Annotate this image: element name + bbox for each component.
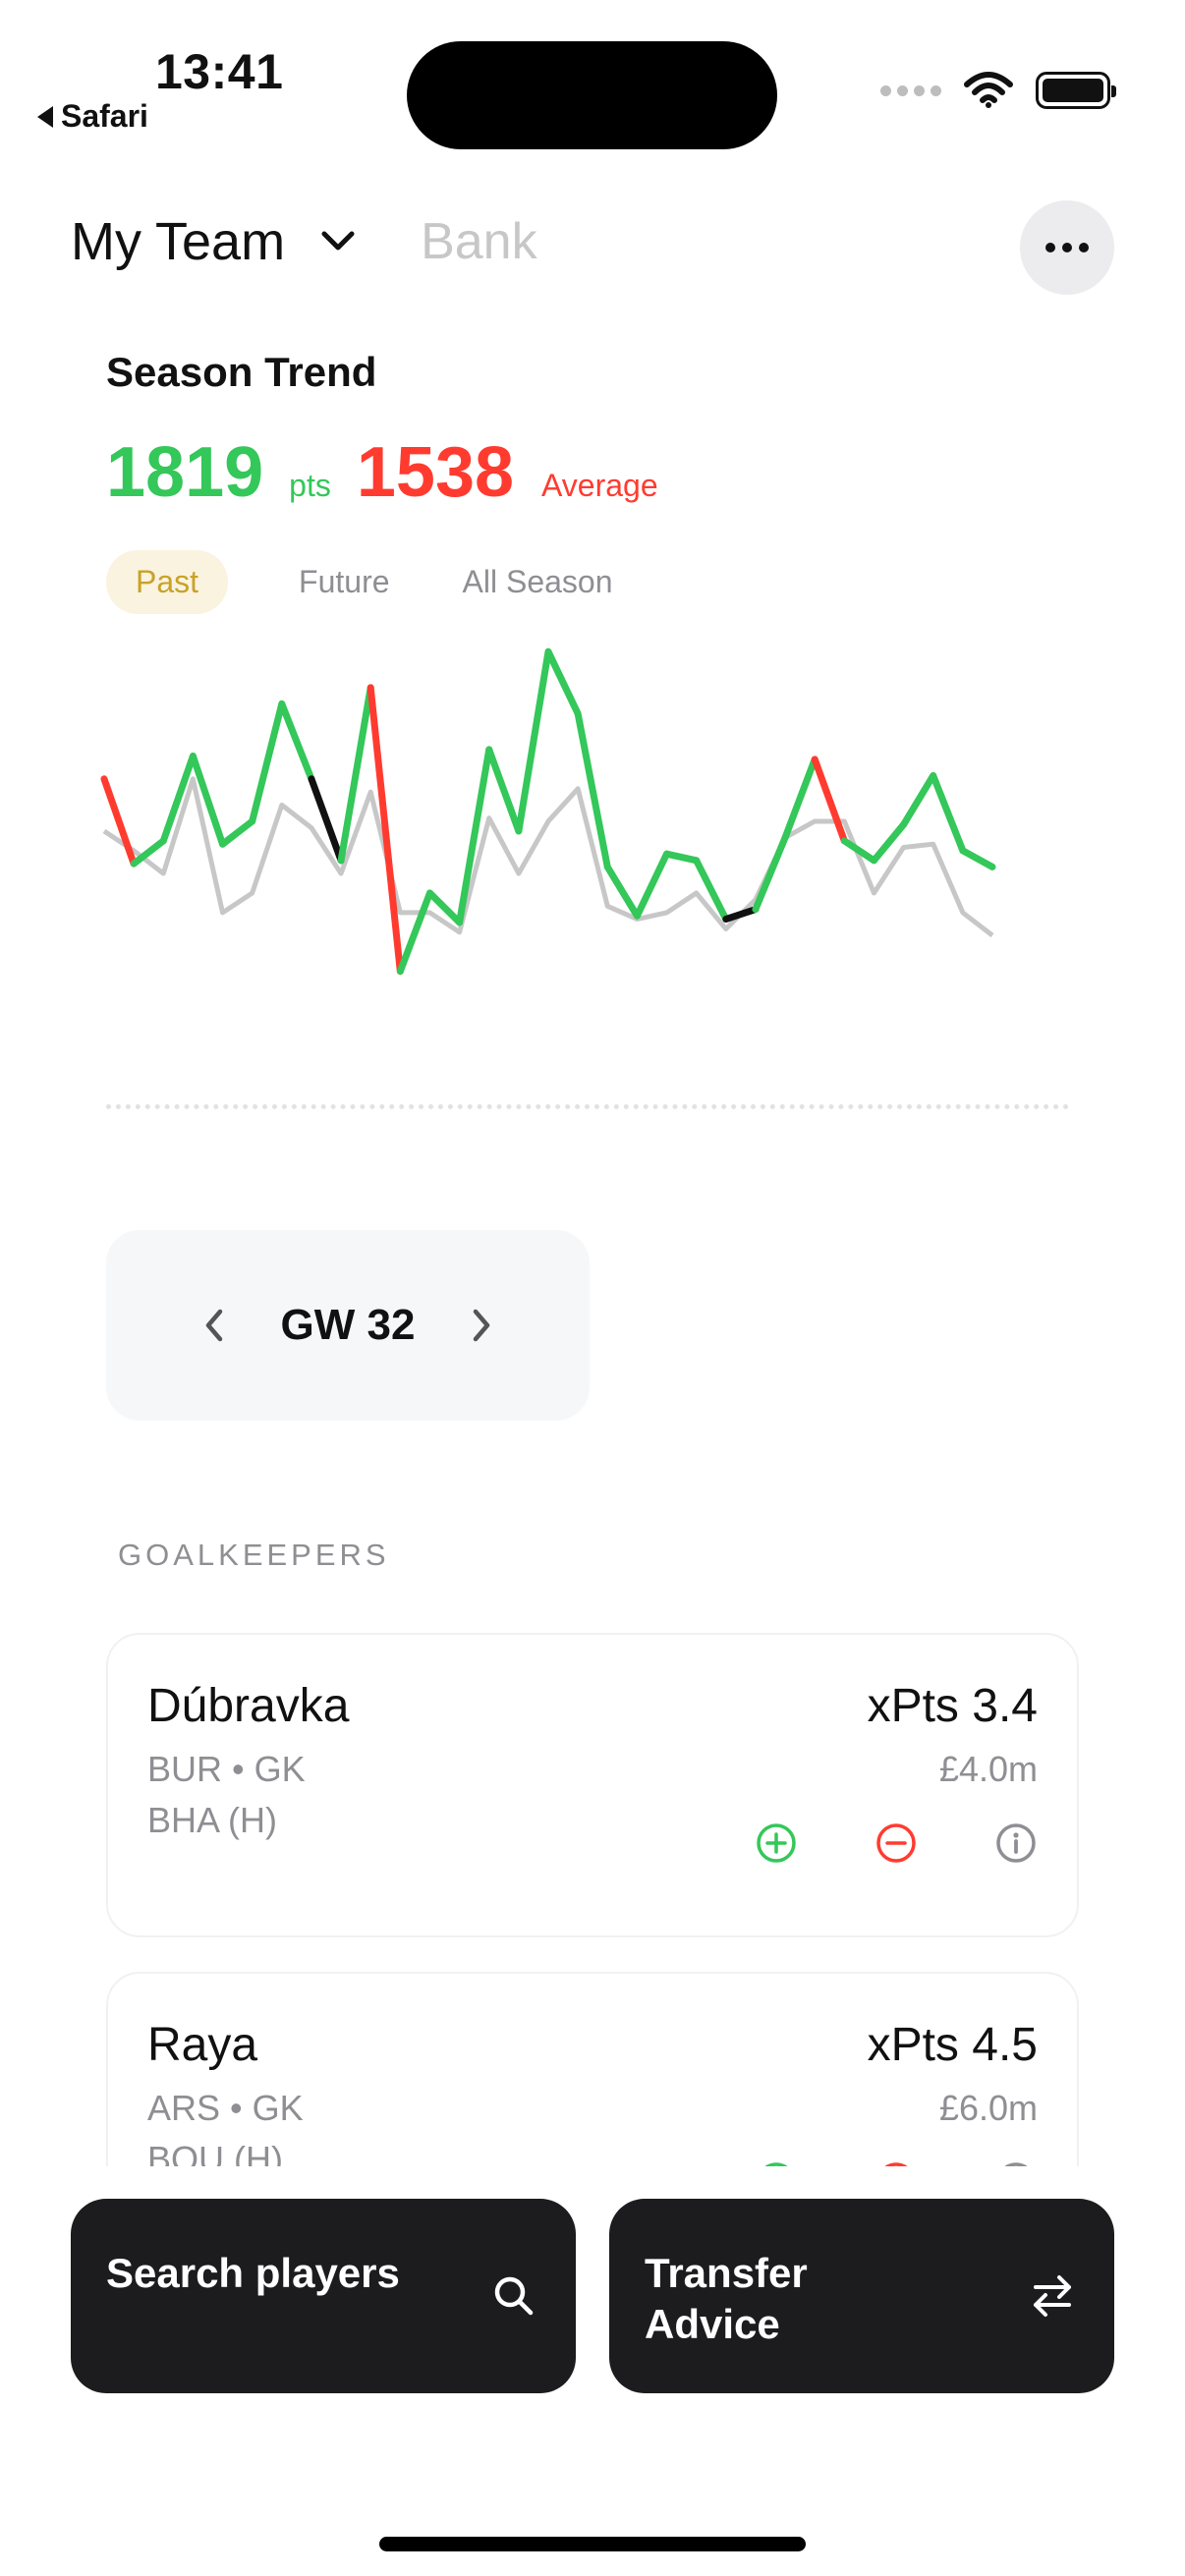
points-label: pts [289,468,331,503]
team-points-segment [633,850,671,920]
chart-divider [106,1104,1069,1109]
dynamic-island [407,41,777,149]
player-fixture: BHA (H) [147,1800,278,1840]
prev-gameweek-button[interactable] [195,1306,234,1345]
player-team-position: BUR • GK [147,1749,306,1789]
info-icon[interactable] [994,1821,1038,1865]
player-name: Raya [147,2019,258,2071]
player-list: Dúbravka BUR • GK BHA (H) xPts 3.4 £4.0m… [0,1621,1185,2166]
team-points-segment [959,847,996,870]
team-points-segment [900,771,937,828]
chevron-down-icon[interactable] [318,222,358,261]
trend-filters: Past Future All Season [106,550,613,614]
season-trend-chart [100,647,996,976]
cellular-signal-icon [880,84,941,96]
season-stats: 1819 pts 1538 Average [106,432,658,513]
filter-future[interactable]: Future [299,564,389,600]
player-xpts: xPts 3.4 [867,1680,1038,1732]
back-arrow-icon [37,105,53,128]
search-players-button[interactable]: Search players [71,2199,576,2393]
team-points-segment [515,647,552,835]
player-actions [755,2160,1038,2166]
status-time: 13:41 [155,44,284,99]
player-xpts: xPts 4.5 [867,2019,1038,2071]
filter-past[interactable]: Past [106,550,229,614]
player-card[interactable]: Dúbravka BUR • GK BHA (H) xPts 3.4 £4.0m [106,1633,1079,1937]
search-players-label: Search players [106,2250,400,2296]
team-points-segment [367,684,404,976]
wifi-icon [964,72,1013,108]
back-to-safari[interactable]: Safari [37,98,148,135]
remove-player-icon[interactable] [875,1821,918,1865]
home-indicator [379,2537,806,2551]
section-goalkeepers: GOALKEEPERS [118,1538,390,1572]
more-icon [1045,243,1055,252]
player-actions [755,1821,1038,1865]
status-icons [880,71,1116,110]
team-points-segment [100,775,138,868]
swap-arrows-icon [1034,2275,1071,2317]
battery-icon [1036,72,1116,109]
team-selector[interactable]: My Team [71,211,285,272]
transfer-advice-label: Transfer Advice [645,2250,808,2347]
average-label: Average [541,468,658,503]
team-points-segment [722,906,760,924]
team-points-segment [219,817,256,848]
add-player-icon[interactable] [755,1821,798,1865]
filter-all-season[interactable]: All Season [463,564,613,600]
season-trend-title: Season Trend [106,349,377,395]
team-points-segment [278,700,315,783]
team-points-segment [930,771,967,855]
team-header: My Team Bank [71,211,537,272]
player-fixture: BOU (H) [147,2139,283,2166]
info-icon[interactable] [994,2160,1038,2166]
team-points-segment [485,746,523,835]
transfer-advice-button[interactable]: Transfer Advice [609,2199,1114,2393]
more-options-button[interactable] [1020,200,1114,295]
player-price: £6.0m [938,2088,1038,2128]
team-points-segment [663,850,701,865]
gameweek-selector: GW 32 [106,1230,590,1421]
player-price: £4.0m [938,1749,1038,1789]
player-team-position: ARS • GK [147,2088,304,2128]
add-player-icon[interactable] [755,2160,798,2166]
back-app-label: Safari [61,98,148,134]
team-points-segment [396,889,433,976]
average-line [102,776,994,938]
remove-player-icon[interactable] [875,2160,918,2166]
player-name: Dúbravka [147,1680,350,1732]
player-card[interactable]: Raya ARS • GK BOU (H) xPts 4.5 £6.0m [106,1972,1079,2166]
bank-tab[interactable]: Bank [421,212,537,271]
team-points-segment [249,700,286,825]
total-points: 1819 [106,433,264,512]
search-icon [494,2276,534,2316]
team-points-segment [811,756,848,845]
team-points-segment [752,834,789,914]
team-points-segment [544,647,582,717]
gameweek-label: GW 32 [280,1301,416,1349]
average-points: 1538 [356,433,515,512]
next-gameweek-button[interactable] [462,1306,501,1345]
